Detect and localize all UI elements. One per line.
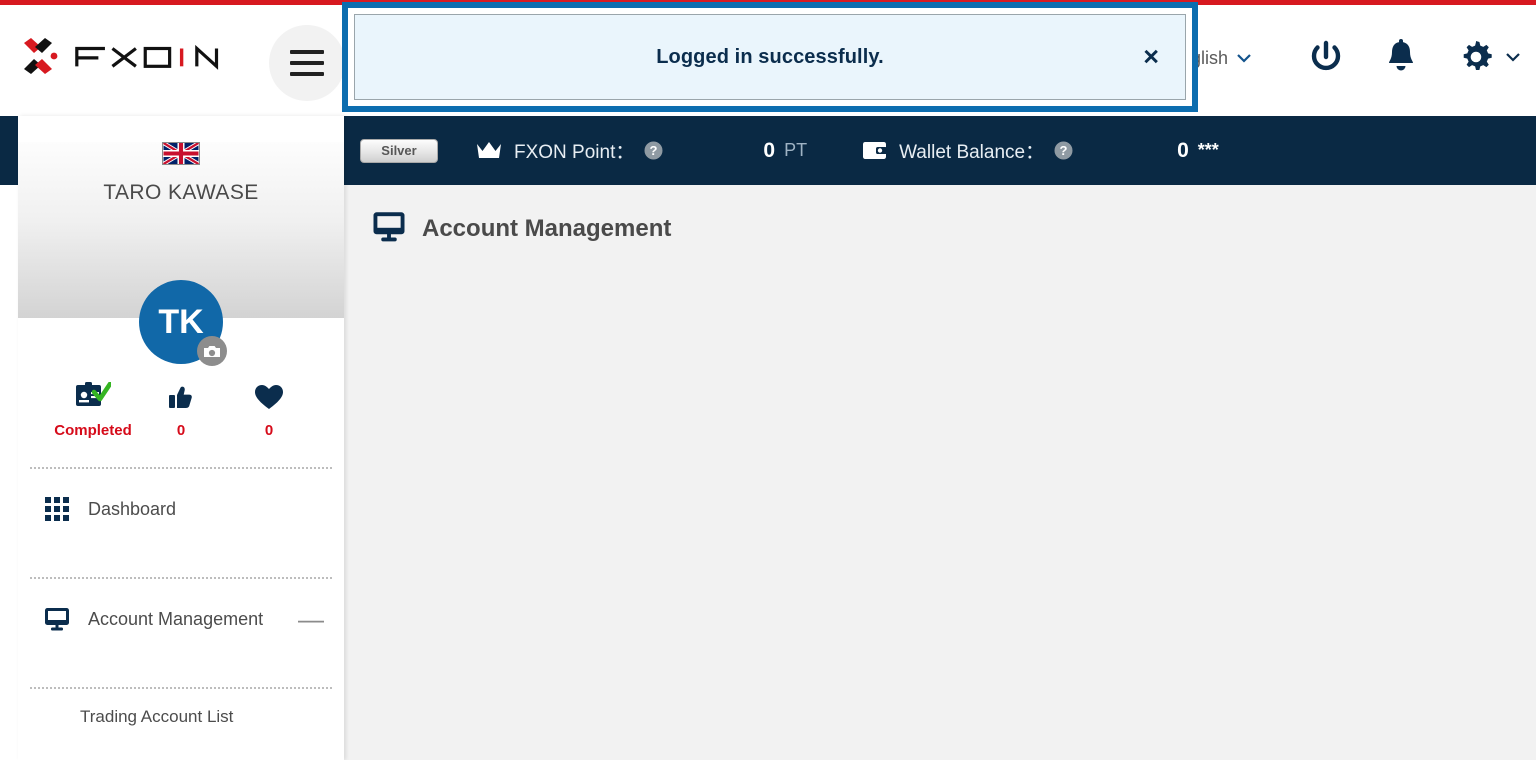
main-content: Account Management [344, 185, 1536, 760]
fxon-point-unit: PT [784, 140, 808, 160]
monitor-icon [44, 607, 70, 631]
camera-icon [204, 345, 220, 357]
stat-verification-label: Completed [54, 422, 132, 439]
help-icon[interactable]: ? [644, 141, 663, 160]
user-name: TARO KAWASE [103, 181, 259, 204]
header-icon-group [1306, 37, 1520, 77]
sidebar-subitem-portfolio[interactable]: Portfolio + [18, 745, 344, 760]
id-card-verified-icon [49, 380, 137, 414]
stat-favorites-label: 0 [264, 422, 274, 439]
toast-notification: Logged in successfully. × [342, 2, 1198, 112]
wallet-icon [863, 141, 888, 160]
wallet-balance-value-group: 0 *** [1177, 116, 1219, 185]
account-status-bar: Silver FXON Point： ? 0 PT Wallet Balance… [344, 116, 1536, 185]
fxon-point-value: 0 [763, 138, 776, 162]
uk-flag-icon [162, 142, 200, 165]
app-root: English Logged in successfully. × TARO K… [0, 0, 1536, 760]
wallet-balance-value: 0 [1177, 138, 1189, 162]
stat-likes-label: 0 [176, 422, 186, 439]
chevron-down-icon [1506, 52, 1520, 62]
wallet-balance-metric: Wallet Balance： ? [863, 116, 1073, 185]
sidebar: TARO KAWASE TK Completed 0 0 Dashboard A… [18, 116, 344, 760]
power-button[interactable] [1306, 37, 1346, 77]
tier-badge[interactable]: Silver [360, 138, 438, 163]
toast-body: Logged in successfully. × [354, 14, 1186, 100]
fxon-mark-icon [24, 38, 58, 74]
svg-text:?: ? [1060, 143, 1068, 158]
hamburger-menu-button[interactable] [269, 25, 345, 101]
sidebar-item-label: Account Management [88, 608, 264, 629]
fxon-wordmark-icon [75, 44, 219, 70]
sidebar-item-account-management[interactable]: Account Management — [18, 579, 344, 659]
notifications-button[interactable] [1382, 37, 1420, 77]
gear-icon [1463, 41, 1492, 70]
avatar-camera-button[interactable] [197, 336, 227, 366]
fxon-point-metric: FXON Point： ? [476, 116, 663, 185]
svg-text:?: ? [650, 143, 658, 158]
power-icon [1311, 40, 1341, 71]
wallet-balance-label: Wallet Balance： [899, 142, 1045, 163]
hamburger-icon [290, 61, 324, 65]
heart-icon [225, 380, 313, 414]
sidebar-item-dashboard[interactable]: Dashboard [18, 469, 344, 549]
grid-icon [44, 497, 70, 521]
page-title: Account Management [422, 215, 672, 242]
wallet-balance-unit: *** [1197, 140, 1219, 160]
hamburger-icon [290, 50, 324, 54]
chevron-down-icon [1237, 54, 1251, 63]
stat-verification[interactable]: Completed [49, 380, 137, 439]
sidebar-item-label: Dashboard [88, 498, 177, 519]
fxon-logo[interactable] [18, 33, 224, 79]
hamburger-icon [290, 72, 324, 76]
collapse-toggle-icon[interactable]: — [298, 606, 324, 632]
avatar-initials: TK [158, 302, 204, 341]
fxon-point-value-group: 0 PT [763, 116, 807, 185]
page-header: Account Management [344, 185, 1536, 247]
toast-close-button[interactable]: × [1137, 42, 1165, 73]
help-icon[interactable]: ? [1054, 141, 1073, 160]
sidebar-subitem-label: Trading Account List [80, 707, 234, 726]
monitor-icon [372, 211, 406, 247]
thumbs-up-icon [137, 380, 225, 414]
fxon-point-label: FXON Point： [514, 142, 635, 163]
stat-favorites[interactable]: 0 [225, 380, 313, 439]
sidebar-subitem-trading-account-list[interactable]: Trading Account List [18, 689, 344, 745]
bell-icon [1389, 39, 1413, 71]
crown-icon [476, 141, 502, 161]
status-bar-left-edge [0, 116, 18, 185]
settings-button[interactable] [1456, 37, 1520, 77]
stat-likes[interactable]: 0 [137, 380, 225, 439]
avatar[interactable]: TK [139, 280, 227, 366]
toast-message: Logged in successfully. [656, 45, 884, 68]
